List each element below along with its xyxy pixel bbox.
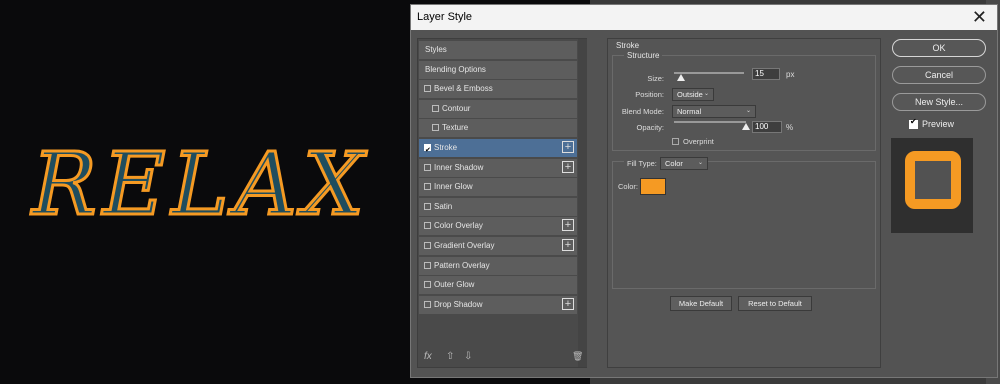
style-item-label: Drop Shadow [434, 299, 483, 309]
style-checkbox[interactable] [424, 183, 431, 191]
structure-group [612, 55, 876, 151]
close-icon[interactable]: ✕ [972, 7, 987, 27]
style-checkbox[interactable] [424, 300, 431, 308]
style-item-label: Stroke [434, 143, 458, 152]
style-item-label: Styles [425, 45, 447, 54]
cancel-button[interactable]: Cancel [892, 66, 986, 84]
styles-list-panel: Styles Blending Options Bevel & Emboss Cont… [417, 38, 587, 368]
position-label: Position: [635, 90, 664, 99]
style-checkbox[interactable] [424, 242, 431, 249]
styles-scrollbar[interactable] [578, 39, 587, 367]
style-item-drop-shadow[interactable]: Drop Shadow + [419, 295, 577, 314]
fill-type-label: Fill Type: [624, 159, 660, 168]
style-checkbox[interactable] [432, 124, 439, 132]
color-label: Color: [618, 182, 639, 191]
dialog-titlebar: Layer Style ✕ [411, 5, 997, 30]
styles-toolbar: fx ⇧ ⇩ 🗑 [422, 351, 583, 367]
style-item-label: Gradient Overlay [434, 241, 495, 250]
position-select[interactable]: Outside ⌄ [672, 88, 714, 101]
checkmark-icon: ✔ [910, 117, 917, 126]
checkmark-icon: ✔ [425, 147, 431, 154]
add-instance-icon[interactable]: + [562, 141, 574, 153]
opacity-slider-track[interactable] [674, 121, 746, 123]
style-item-label: Satin [434, 201, 453, 211]
chevron-down-icon: ⌄ [697, 160, 703, 166]
style-item-bevel-emboss[interactable]: Bevel & Emboss [419, 80, 577, 99]
stroke-color-swatch[interactable] [640, 178, 666, 195]
preview-checkbox[interactable]: ✔ [909, 117, 918, 129]
style-item-label: Texture [442, 123, 469, 133]
style-item-texture[interactable]: Texture [419, 119, 577, 138]
move-down-icon[interactable]: ⇩ [464, 351, 472, 362]
style-item-blending-options[interactable]: Blending Options [419, 60, 577, 79]
make-default-button[interactable]: Make Default [670, 296, 732, 311]
position-value: Outside [677, 90, 703, 99]
preview-label: Preview [922, 119, 955, 129]
size-slider-thumb[interactable] [677, 74, 685, 81]
fill-type-value: Color [665, 159, 683, 168]
style-item-pattern-overlay[interactable]: Pattern Overlay [419, 256, 577, 275]
overprint-checkbox[interactable] [672, 138, 679, 145]
blend-mode-select[interactable]: Normal ⌄ [672, 105, 756, 118]
opacity-unit: % [786, 123, 794, 132]
ok-button[interactable]: OK [892, 39, 986, 57]
style-item-inner-glow[interactable]: Inner Glow [419, 178, 577, 197]
blend-mode-label: Blend Mode: [621, 107, 664, 116]
chevron-down-icon: ⌄ [703, 91, 709, 97]
fx-icon[interactable]: fx [424, 351, 432, 362]
style-item-label: Inner Glow [434, 182, 473, 192]
add-instance-icon[interactable]: + [562, 239, 574, 251]
new-style-button[interactable]: New Style... [892, 93, 986, 111]
structure-heading: Structure [624, 51, 663, 60]
style-item-label: Outer Glow [434, 280, 475, 290]
reset-to-default-button[interactable]: Reset to Default [738, 296, 812, 311]
dialog-actions: OK Cancel New Style... ✔ Preview [889, 38, 991, 368]
style-checkbox[interactable] [424, 222, 431, 230]
blend-mode-value: Normal [677, 107, 702, 116]
move-up-icon[interactable]: ⇧ [446, 351, 454, 362]
trash-icon[interactable]: 🗑 [572, 351, 583, 362]
dialog-title: Layer Style [417, 11, 473, 23]
opacity-input[interactable]: 100 [752, 121, 782, 133]
style-checkbox[interactable]: ✔ [424, 144, 431, 154]
relax-artwork-text: RELAX [30, 135, 370, 235]
style-checkbox[interactable] [424, 202, 431, 210]
style-checkbox[interactable] [424, 261, 431, 269]
style-item-satin[interactable]: Satin [419, 197, 577, 216]
style-item-label: Contour [442, 103, 471, 113]
opacity-label: Opacity: [636, 123, 664, 132]
style-item-stroke[interactable]: ✔ Stroke + [419, 139, 577, 157]
stroke-heading: Stroke [616, 41, 640, 50]
size-input[interactable]: 15 [752, 68, 780, 80]
size-label: Size: [647, 74, 664, 83]
preview-swatch [905, 151, 961, 209]
style-item-styles[interactable]: Styles [419, 41, 577, 59]
add-instance-icon[interactable]: + [562, 160, 574, 173]
style-checkbox[interactable] [424, 281, 431, 289]
style-item-label: Color Overlay [434, 221, 483, 231]
style-item-label: Inner Shadow [434, 162, 484, 172]
style-item-outer-glow[interactable]: Outer Glow [419, 276, 577, 295]
overprint-label: Overprint [683, 137, 714, 146]
style-item-label: Blending Options [425, 64, 486, 74]
style-item-inner-shadow[interactable]: Inner Shadow + [419, 158, 577, 177]
style-item-color-overlay[interactable]: Color Overlay + [419, 217, 577, 236]
add-instance-icon[interactable]: + [562, 219, 574, 232]
opacity-slider-thumb[interactable] [742, 123, 750, 130]
style-item-contour[interactable]: Contour [419, 99, 577, 118]
style-preview [891, 138, 973, 233]
canvas-artwork: RELAX [29, 134, 370, 237]
size-unit: px [786, 70, 795, 79]
style-item-label: Pattern Overlay [434, 260, 490, 270]
chevron-down-icon: ⌄ [745, 108, 751, 114]
stroke-settings-panel: Stroke Structure Size: 15 px Position: O… [607, 38, 881, 368]
add-instance-icon[interactable]: + [562, 297, 574, 310]
style-checkbox[interactable] [432, 104, 439, 112]
style-checkbox[interactable] [424, 85, 431, 93]
style-item-gradient-overlay[interactable]: Gradient Overlay + [419, 237, 577, 255]
style-item-label: Bevel & Emboss [434, 84, 493, 94]
style-checkbox[interactable] [424, 163, 431, 171]
layer-style-dialog: Layer Style ✕ Styles Blending Options Beve… [410, 4, 998, 378]
fill-type-select[interactable]: Color ⌄ [660, 157, 708, 170]
